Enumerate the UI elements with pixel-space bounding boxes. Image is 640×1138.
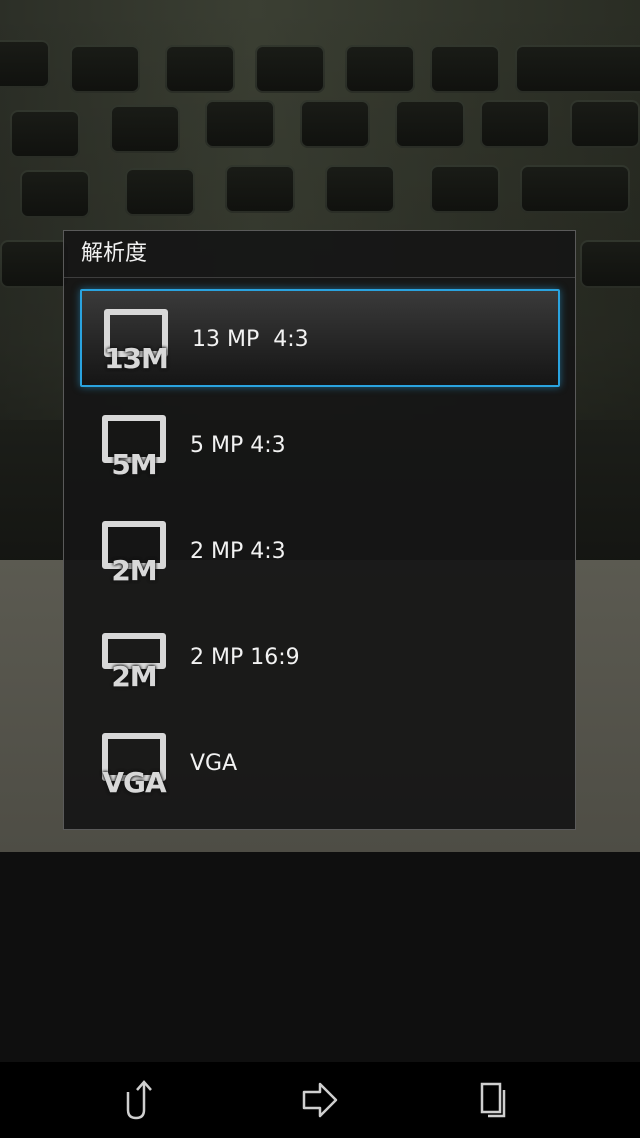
option-label: 2 MP 4:3 (190, 539, 286, 564)
resolution-icon-text: 2M (111, 554, 157, 587)
preview-key (255, 45, 325, 93)
resolution-icon-text: 13M (104, 342, 169, 375)
resolution-icon: VGA (102, 733, 167, 803)
option-2mp-4-3[interactable]: 2M 2 MP 4:3 (80, 503, 560, 601)
resolution-icon-text: 5M (111, 448, 157, 481)
preview-key (580, 240, 640, 288)
preview-key (70, 45, 140, 93)
option-label: VGA (190, 751, 238, 776)
preview-key (300, 100, 370, 148)
preview-key (110, 105, 180, 153)
option-vga[interactable]: VGA VGA (80, 715, 560, 813)
preview-key (570, 100, 640, 148)
preview-key (205, 100, 275, 148)
preview-key (325, 165, 395, 213)
resolution-wide-icon: 2M (102, 627, 166, 697)
resolution-icon: 13M (104, 309, 169, 379)
home-arrow-icon (302, 1082, 338, 1118)
preview-key (165, 45, 235, 93)
resolution-icon: 2M (102, 521, 166, 591)
home-button[interactable] (296, 1076, 344, 1124)
preview-key (345, 45, 415, 93)
preview-key (430, 45, 500, 93)
recent-apps-button[interactable] (470, 1076, 518, 1124)
option-label: 13 MP 4:3 (192, 327, 309, 352)
dialog-title: 解析度 (64, 231, 575, 278)
preview-key (395, 100, 465, 148)
preview-key (520, 165, 630, 213)
option-label: 2 MP 16:9 (190, 645, 300, 670)
resolution-icon-text: VGA (102, 766, 166, 799)
preview-key (20, 170, 90, 218)
preview-key (0, 240, 70, 288)
option-5mp-4-3[interactable]: 5M 5 MP 4:3 (80, 397, 560, 495)
resolution-icon-text: 2M (111, 660, 157, 693)
preview-key (430, 165, 500, 213)
back-arrow-icon (126, 1080, 152, 1120)
back-button[interactable] (116, 1076, 164, 1124)
preview-key (225, 165, 295, 213)
preview-key (10, 110, 80, 158)
option-2mp-16-9[interactable]: 2M 2 MP 16:9 (80, 609, 560, 707)
option-13mp-4-3[interactable]: 13M 13 MP 4:3 (80, 289, 560, 387)
navigation-bar (0, 1062, 640, 1138)
preview-key (480, 100, 550, 148)
recent-apps-icon (480, 1082, 506, 1118)
resolution-dialog: 解析度 13M 13 MP 4:3 5M 5 MP 4:3 2M 2 MP 4:… (63, 230, 576, 830)
preview-key (125, 168, 195, 216)
option-label: 5 MP 4:3 (190, 433, 286, 458)
camera-screen: 解析度 13M 13 MP 4:3 5M 5 MP 4:3 2M 2 MP 4:… (0, 0, 640, 1138)
preview-key (0, 40, 50, 88)
resolution-icon: 5M (102, 415, 166, 485)
preview-key (515, 45, 640, 93)
